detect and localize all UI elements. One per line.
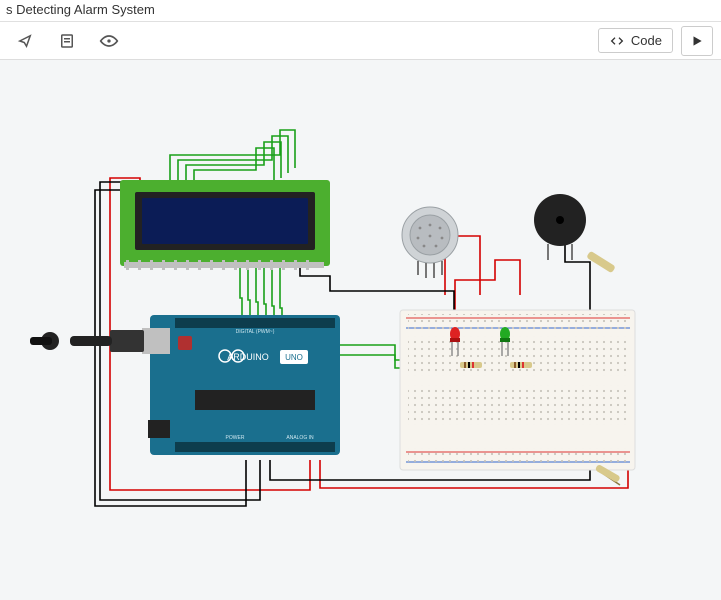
code-label: Code [631, 33, 662, 48]
visibility-button[interactable] [92, 26, 126, 56]
resistor-3[interactable] [510, 362, 532, 368]
share-button[interactable] [8, 26, 42, 56]
arduino-uno[interactable]: ARDUINO UNO DIGITAL (PWM~) POWER ANALOG … [142, 315, 340, 455]
resistor-2[interactable] [460, 362, 482, 368]
circuit-diagram: ARDUINO UNO DIGITAL (PWM~) POWER ANALOG … [0, 60, 721, 600]
toolbar: Code [0, 22, 721, 60]
gas-sensor[interactable] [402, 207, 458, 278]
breadboard[interactable] [400, 310, 635, 470]
arduino-analog-label: ANALOG IN [286, 435, 314, 441]
arduino-digital-label: DIGITAL (PWM~) [236, 329, 275, 335]
circuit-canvas[interactable]: ARDUINO UNO DIGITAL (PWM~) POWER ANALOG … [0, 60, 721, 600]
play-icon [690, 34, 704, 48]
arduino-power-label: POWER [226, 435, 245, 441]
code-icon [609, 34, 625, 48]
title-bar: s Detecting Alarm System [0, 0, 721, 22]
arduino-model-label: UNO [285, 353, 303, 362]
share-icon [16, 32, 34, 50]
eye-icon [99, 33, 119, 49]
usb-cable[interactable] [30, 330, 144, 352]
piezo-buzzer[interactable] [534, 194, 586, 260]
notes-button[interactable] [50, 26, 84, 56]
lcd-module[interactable] [120, 180, 330, 270]
code-button[interactable]: Code [598, 28, 673, 53]
project-title: s Detecting Alarm System [6, 2, 155, 17]
simulate-button[interactable] [681, 26, 713, 56]
notes-icon [58, 32, 76, 50]
